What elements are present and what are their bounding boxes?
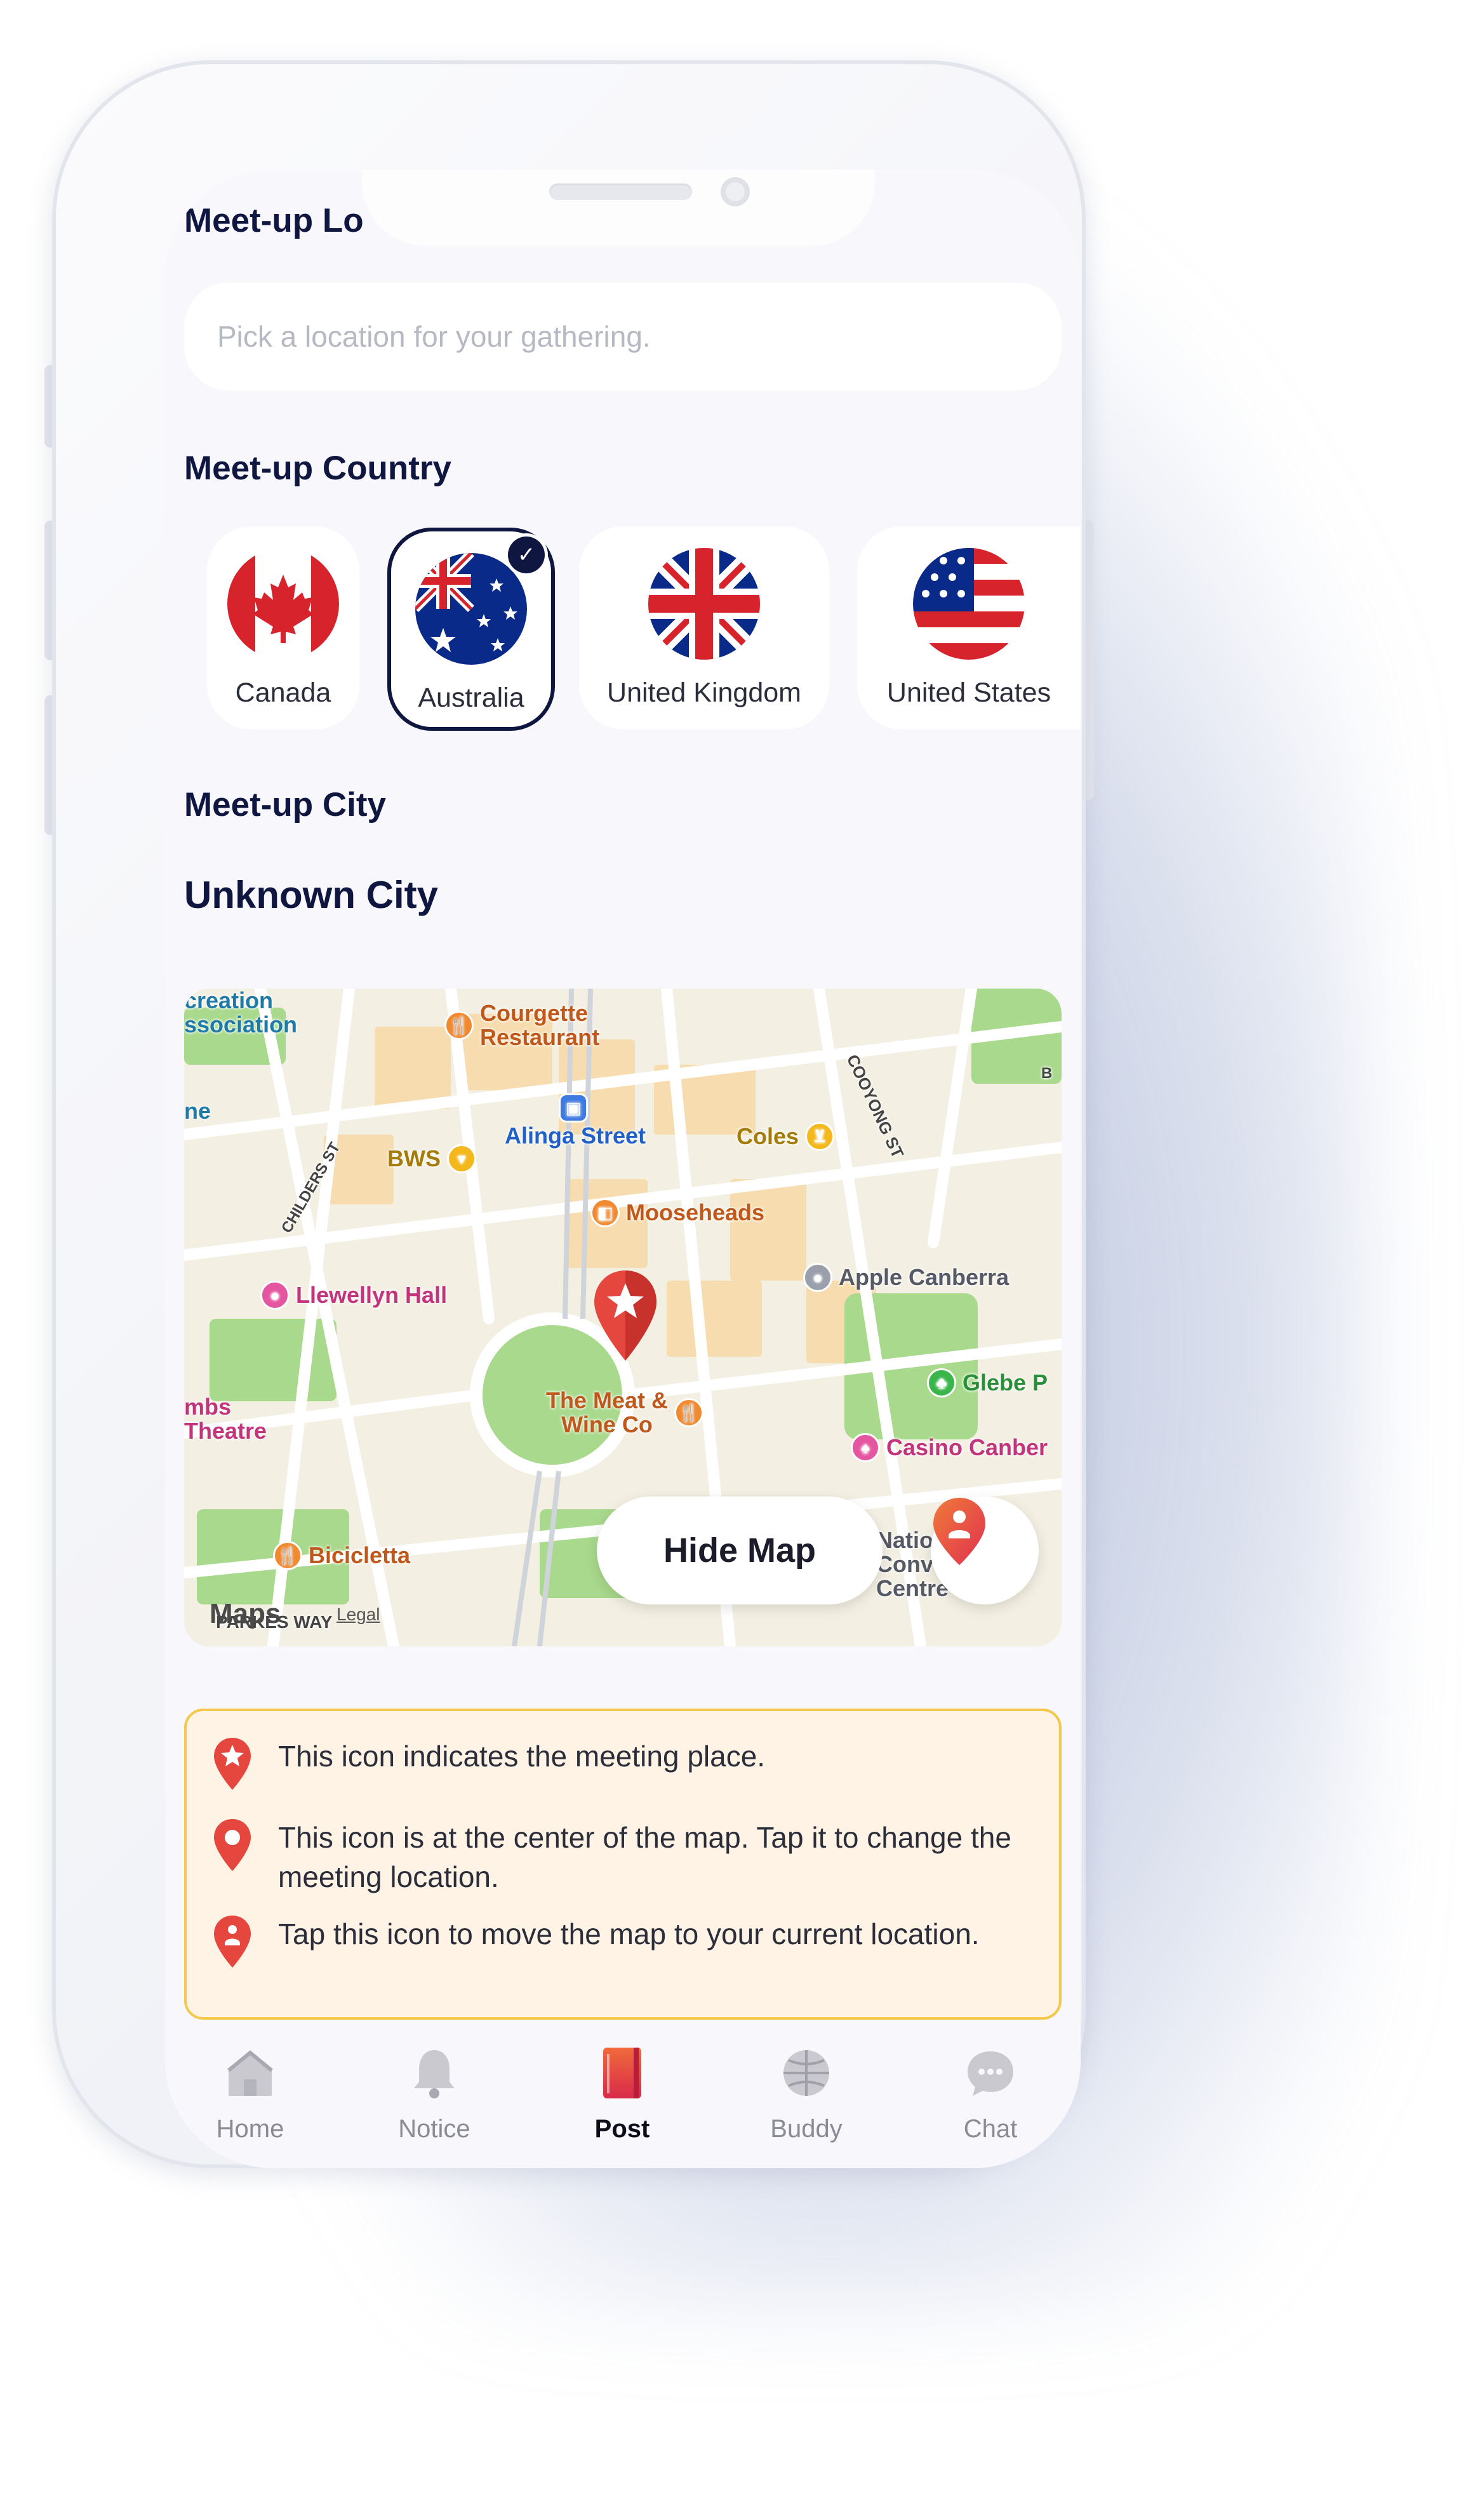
tram-icon: ▣ (559, 1093, 588, 1123)
poi-label: The Meat & Wine Co (546, 1387, 669, 1437)
phone-screen: Meet-up Lo Meet-up Country Canada (165, 170, 1081, 2168)
speaker-grille (549, 183, 692, 200)
bar-icon: ◧ (590, 1198, 620, 1227)
tab-bar: Home Notice Post Buddy Chat (165, 2023, 1081, 2168)
legal-link[interactable]: Legal (337, 1604, 380, 1625)
legend-text: This icon indicates the meeting place. (278, 1740, 766, 1773)
shopping-basket-icon: ▾ (447, 1144, 476, 1173)
map-poi-apple-canberra[interactable]: ● Apple Canberra (803, 1263, 1009, 1292)
stage: Meet-up Lo Meet-up Country Canada (0, 0, 1466, 2520)
map-poi-mooseheads[interactable]: ◧ Mooseheads (590, 1198, 764, 1227)
restaurant-icon: 🍴 (273, 1541, 302, 1570)
map-poi[interactable]: creation ssociation (184, 989, 297, 1037)
australia-flag-icon (415, 553, 527, 665)
selected-check-icon: ✓ (508, 537, 545, 573)
map-poi-glebe-park[interactable]: ♣ Glebe P (927, 1368, 1048, 1397)
legend-text: This icon is at the center of the map. T… (278, 1821, 1011, 1893)
country-label: Australia (418, 683, 524, 713)
restaurant-icon: 🍴 (444, 1011, 474, 1040)
shopping-cart-icon: ⊻ (805, 1122, 835, 1151)
tab-home[interactable]: Home (174, 2043, 326, 2143)
map-poi-casino[interactable]: ♠ Casino Canber (851, 1433, 1048, 1462)
canada-flag-icon (227, 548, 339, 660)
maps-logo-text: Maps (210, 1598, 281, 1629)
map-poi-bicicletta[interactable]: 🍴 Bicicletta (273, 1541, 410, 1570)
restaurant-icon: 🍴 (674, 1398, 704, 1427)
uk-flag-icon (648, 548, 760, 660)
city-section-title: Meet-up City (184, 786, 386, 823)
map-poi-meat-wine-co[interactable]: The Meat & Wine Co 🍴 (546, 1387, 704, 1437)
poi-label: Mooseheads (626, 1199, 765, 1225)
country-card-canada[interactable]: Canada (207, 526, 359, 730)
notebook-icon (603, 2048, 641, 2098)
city-value: Unknown City (184, 874, 438, 916)
us-flag-icon (913, 548, 1025, 660)
meeting-place-pin-icon[interactable] (590, 1268, 660, 1363)
front-camera (721, 177, 750, 206)
tab-notice[interactable]: Notice (358, 2043, 510, 2143)
country-selector: Canada Australia ✓ United Kingdom United… (165, 526, 1081, 736)
country-label: United Kingdom (607, 677, 801, 708)
poi-label: Glebe P (963, 1370, 1048, 1396)
maps-logo: Maps (210, 1598, 281, 1630)
country-label: Canada (235, 677, 331, 708)
page-title: Meet-up Lo (184, 202, 364, 239)
star-pin-icon (214, 1738, 251, 1790)
map-poi-llewellyn-hall[interactable]: ● Llewellyn Hall (260, 1281, 447, 1310)
tab-label: Buddy (770, 2115, 843, 2143)
map-poi-bws[interactable]: BWS ▾ (387, 1144, 476, 1173)
phone-device: Meet-up Lo Meet-up Country Canada (52, 60, 1086, 2168)
country-section-title: Meet-up Country (184, 450, 452, 487)
tab-buddy[interactable]: Buddy (730, 2043, 883, 2143)
screen-content: Meet-up Lo Meet-up Country Canada (165, 170, 1081, 2168)
device-notch (362, 170, 875, 246)
globe-icon (783, 2050, 829, 2096)
map-poi[interactable]: mbs Theatre (184, 1395, 267, 1443)
street-label: B (1041, 1065, 1053, 1082)
map-legend: This icon indicates the meeting place. T… (184, 1709, 1062, 2020)
tab-label: Home (216, 2115, 284, 2143)
map-poi[interactable]: ne (184, 1098, 211, 1124)
country-card-australia[interactable]: Australia ✓ (387, 528, 555, 731)
country-card-united-kingdom[interactable]: United Kingdom (579, 526, 829, 730)
theatre-icon: ● (260, 1281, 290, 1310)
person-pin-icon (933, 1498, 985, 1565)
poi-label: Courgette Restaurant (480, 1000, 600, 1050)
legend-item: Tap this icon to move the map to your cu… (212, 1914, 1015, 1969)
home-icon (227, 2050, 273, 2096)
poi-label: Apple Canberra (839, 1264, 1010, 1290)
tab-label: Post (594, 2115, 650, 2143)
bell-icon (414, 2050, 455, 2098)
tab-label: Notice (398, 2115, 470, 2143)
tab-label: Chat (963, 2115, 1018, 2143)
map-poi-courgette[interactable]: 🍴 Courgette Restaurant (444, 1001, 599, 1050)
hide-map-button[interactable]: Hide Map (597, 1497, 883, 1604)
casino-icon: ♠ (851, 1433, 880, 1462)
poi-label: Bicicletta (309, 1542, 411, 1568)
poi-label: BWS (387, 1145, 441, 1171)
poi-label: Coles (736, 1123, 799, 1149)
chat-bubble-icon (968, 2051, 1013, 2096)
legend-item: This icon indicates the meeting place. (212, 1737, 1015, 1791)
current-location-button[interactable] (931, 1497, 1039, 1604)
map-view[interactable]: creation ssociation ne 🍴 Courgette Resta… (184, 989, 1062, 1646)
person-pin-icon (214, 1916, 251, 1968)
apple-store-icon: ● (803, 1263, 832, 1292)
country-card-united-states[interactable]: United States (857, 526, 1081, 730)
legend-item: This icon is at the center of the map. T… (212, 1818, 1015, 1897)
location-search-input[interactable] (184, 283, 1062, 390)
poi-label: Alinga Street (505, 1123, 646, 1149)
center-pin-icon (214, 1819, 251, 1871)
tab-post[interactable]: Post (546, 2043, 698, 2143)
map-poi-coles[interactable]: Coles ⊻ (736, 1122, 835, 1151)
country-label: United States (886, 677, 1051, 708)
tab-chat[interactable]: Chat (914, 2043, 1067, 2143)
park-tree-icon: ♣ (927, 1368, 956, 1397)
legend-text: Tap this icon to move the map to your cu… (278, 1917, 980, 1950)
poi-label: Llewellyn Hall (296, 1282, 448, 1308)
map-poi-alinga-street[interactable]: ▣ Alinga Street (505, 1093, 646, 1149)
poi-label: Casino Canber (886, 1434, 1048, 1460)
